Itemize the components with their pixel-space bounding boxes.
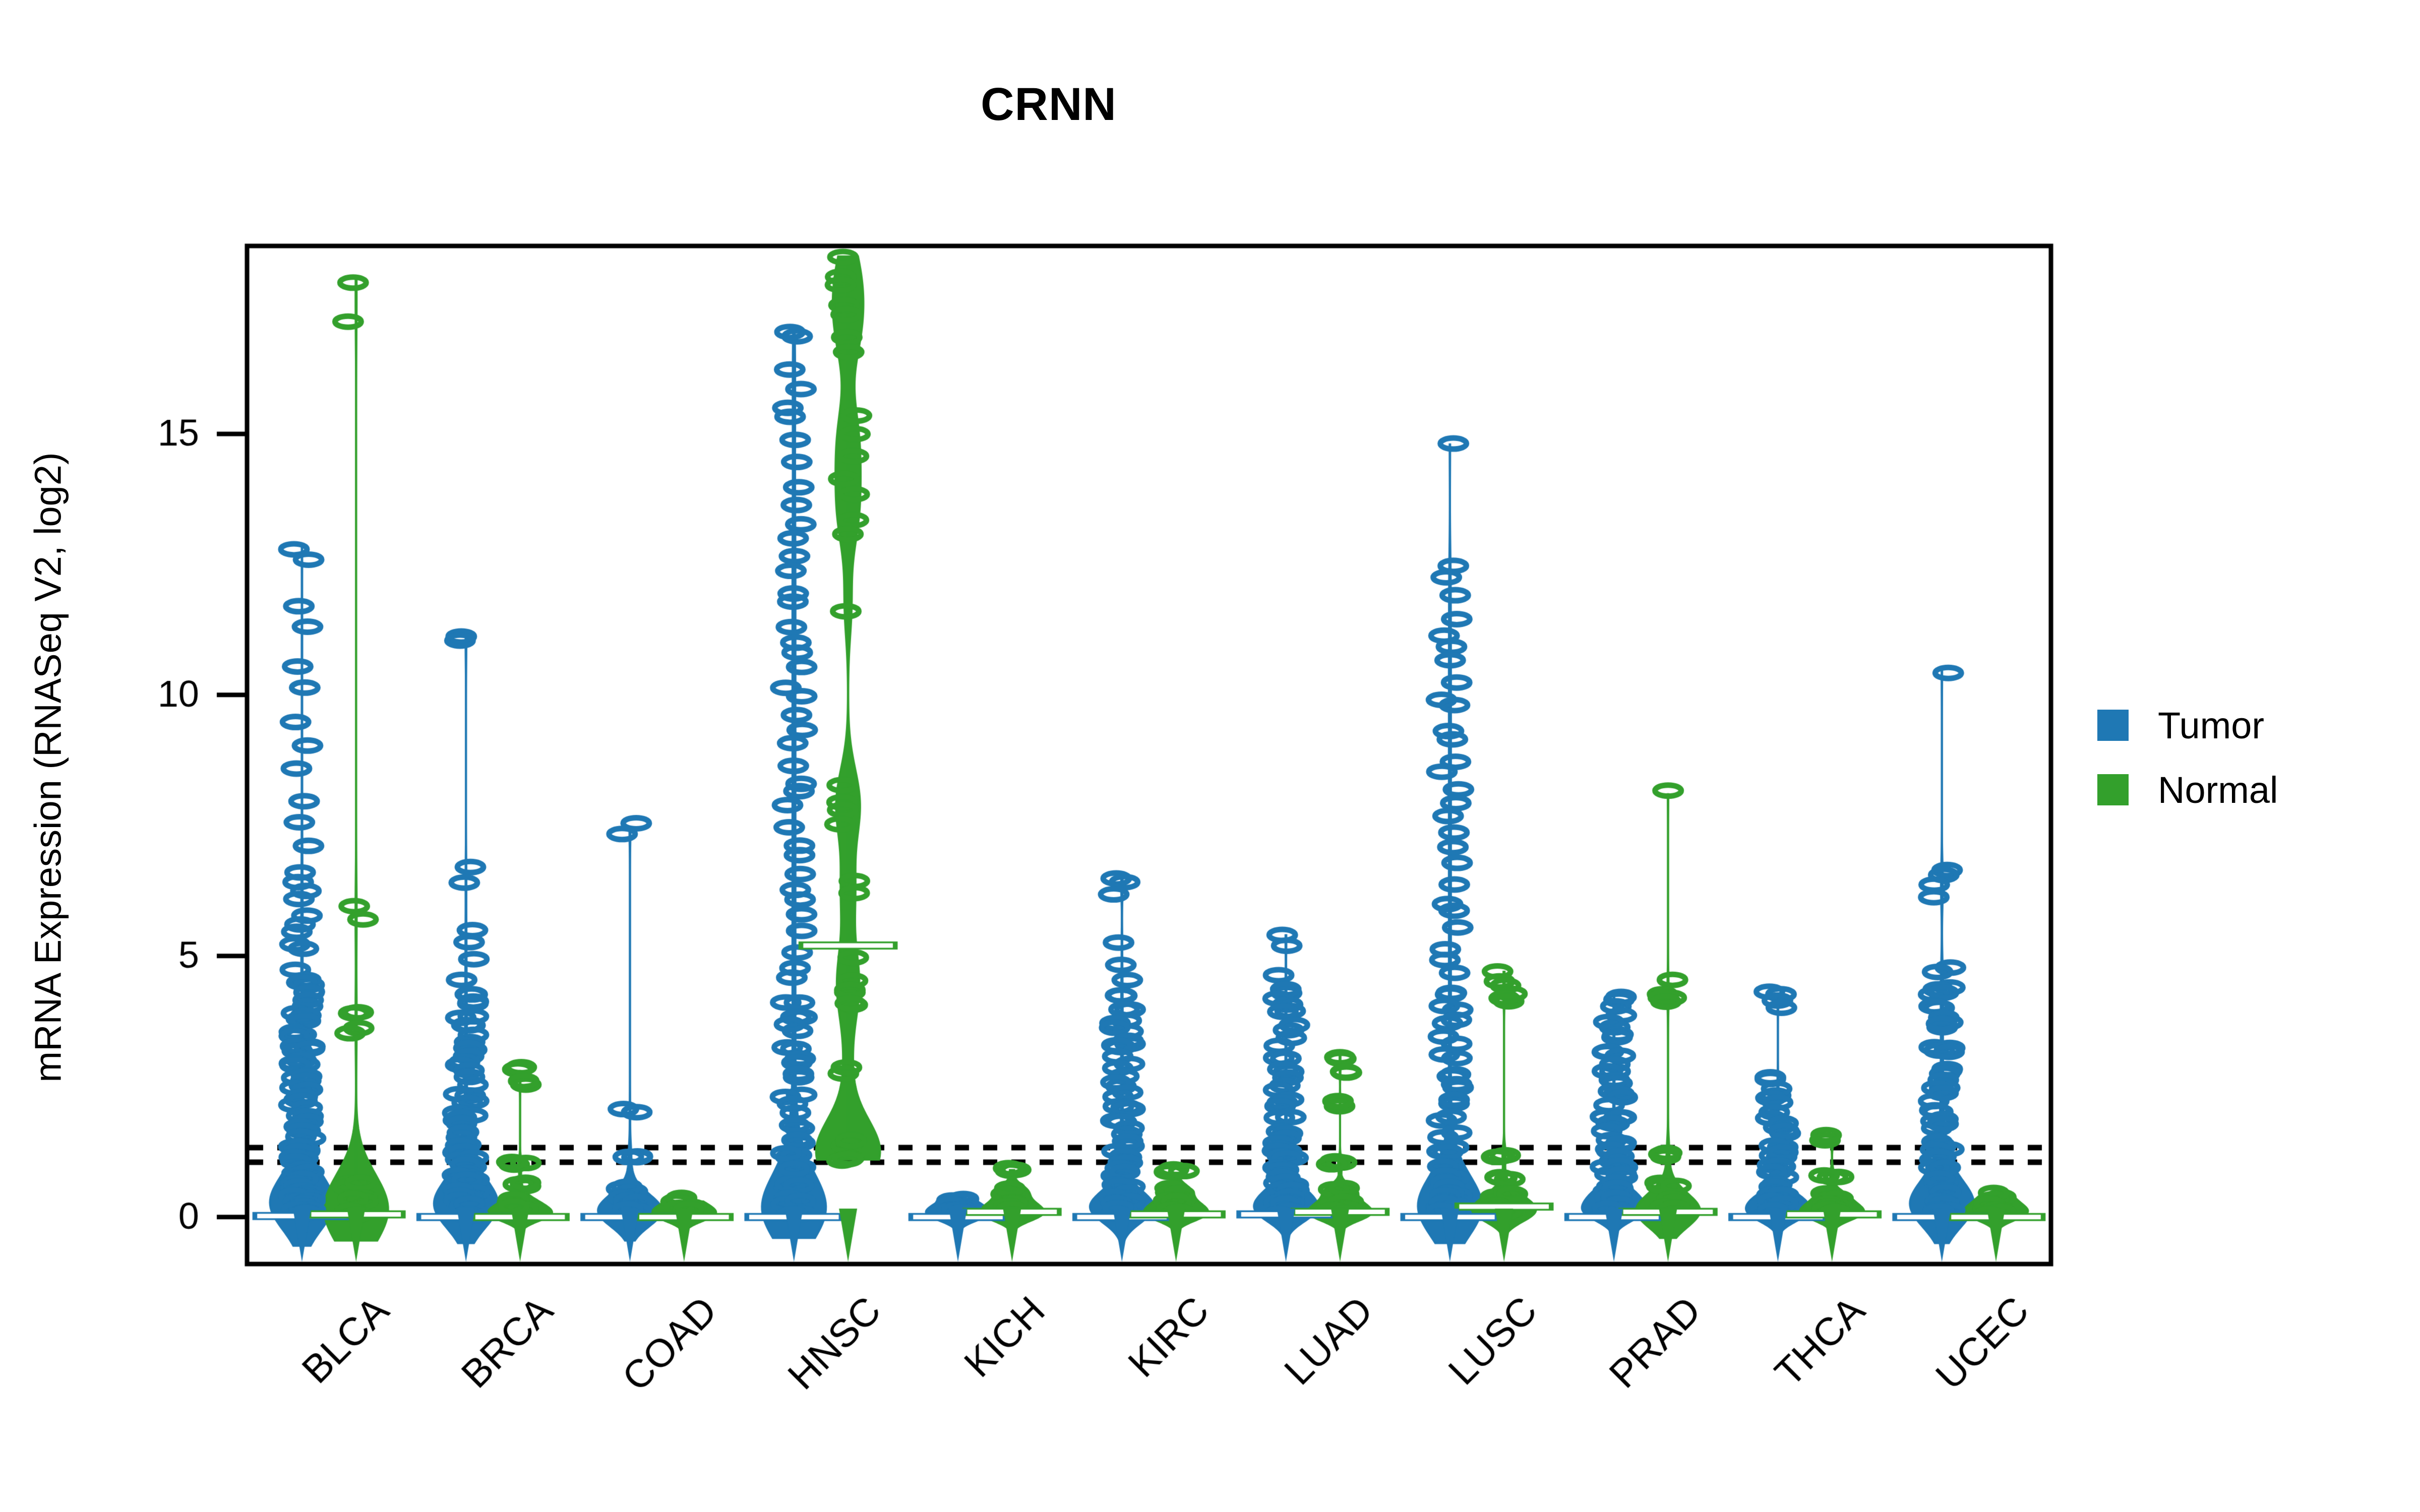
legend-item-tumor[interactable]: Tumor (2097, 693, 2278, 758)
legend-swatch-tumor (2097, 710, 2129, 741)
violin-plot-canvas (0, 0, 2420, 1512)
legend-swatch-normal (2097, 774, 2129, 805)
chart-page: CRNN mRNA Expression (RNASeq V2, log2) T… (0, 0, 2420, 1512)
legend-label-normal: Normal (2158, 769, 2278, 811)
legend: Tumor Normal (2097, 693, 2278, 822)
legend-item-normal[interactable]: Normal (2097, 758, 2278, 822)
legend-label-tumor: Tumor (2158, 704, 2265, 746)
